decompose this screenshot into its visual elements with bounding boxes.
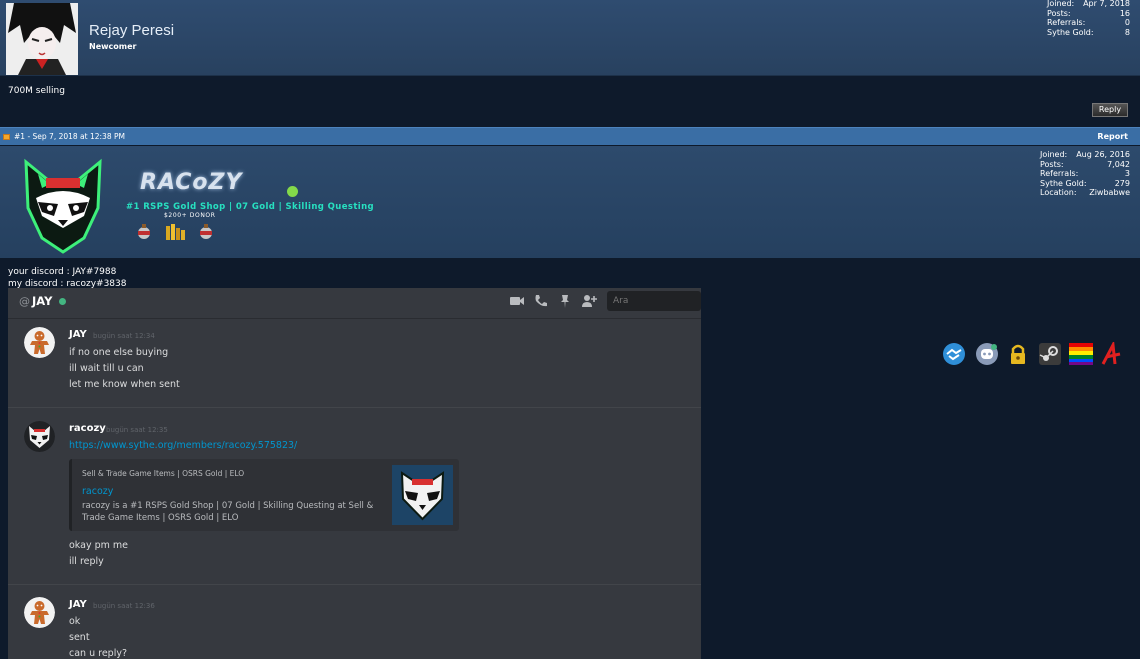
report-link[interactable]: Report xyxy=(1097,132,1128,141)
stat-label: Joined: xyxy=(1047,0,1075,8)
new-post-icon xyxy=(3,134,10,140)
raccoon-avatar-icon xyxy=(24,421,55,452)
discord-channel-header: @ JAY xyxy=(8,288,701,319)
potion-left-icon xyxy=(138,224,150,239)
rainbow-flag-badge-icon[interactable] xyxy=(1069,342,1093,366)
embed-provider: Sell & Trade Game Items | OSRS Gold | EL… xyxy=(82,469,245,478)
gold-coins-icon xyxy=(166,224,185,240)
raccoon-avatar-icon xyxy=(24,158,102,254)
message-author[interactable]: JAY xyxy=(69,329,87,340)
message-timestamp: bugün saat 12:36 xyxy=(93,602,155,610)
post1-user-rank: Newcomer xyxy=(89,42,137,51)
stat-value: 7,042 xyxy=(1107,159,1130,169)
message-divider xyxy=(8,407,701,408)
racozy-avatar[interactable] xyxy=(24,421,55,452)
stat-value: 3 xyxy=(1124,169,1130,178)
message-line: sent xyxy=(69,632,90,643)
message-line: ill wait till u can xyxy=(69,363,144,374)
online-status-icon xyxy=(287,186,298,197)
gingerbread-avatar-icon xyxy=(24,597,55,628)
post1-message: 700M selling xyxy=(8,86,65,96)
embed-title-link[interactable]: racozy xyxy=(82,486,113,497)
post1-userbar: Rejay Peresi Newcomer Joined: Apr 7, 2018… xyxy=(0,0,1140,76)
message-author[interactable]: racozy xyxy=(69,423,106,434)
post1-avatar[interactable] xyxy=(6,3,78,75)
online-status-icon xyxy=(59,298,66,305)
voice-call-icon[interactable] xyxy=(533,293,549,309)
stat-label: Referrals: xyxy=(1040,169,1079,178)
reply-button[interactable]: Reply xyxy=(1092,103,1128,117)
stat-label: Joined: xyxy=(1040,150,1068,159)
message-line: if no one else buying xyxy=(69,347,169,358)
stat-value: 8 xyxy=(1124,27,1130,37)
video-call-icon[interactable] xyxy=(509,293,525,309)
discord-screenshot: @ JAY JAY bugün saat 12:34 if no one els… xyxy=(8,288,701,659)
padlock-badge-icon[interactable] xyxy=(1006,342,1030,366)
message-line: ill reply xyxy=(69,556,104,567)
stat-label: Location: xyxy=(1040,188,1077,197)
post-number-date[interactable]: #1 - Sep 7, 2018 at 12:38 PM xyxy=(14,132,125,141)
stat-label: Posts: xyxy=(1047,8,1071,18)
stat-label: Referrals: xyxy=(1047,18,1086,27)
add-friend-icon[interactable] xyxy=(581,293,597,309)
signature-logo: RACoZY xyxy=(140,170,243,195)
stat-value: 16 xyxy=(1119,8,1130,18)
message-line: can u reply? xyxy=(69,648,128,659)
embed-description: racozy is a #1 RSPS Gold Shop | 07 Gold … xyxy=(82,501,374,523)
donor-rank: $200+ DONOR xyxy=(164,212,216,219)
jay-avatar[interactable] xyxy=(24,597,55,628)
potion-right-icon xyxy=(200,224,212,239)
message-line: okay pm me xyxy=(69,540,129,551)
dm-at-symbol: @ xyxy=(19,295,30,308)
small-badges xyxy=(136,222,216,242)
stat-value: Apr 7, 2018 xyxy=(1083,0,1130,8)
dm-channel-name: JAY xyxy=(32,294,53,308)
stat-label: Posts: xyxy=(1040,159,1064,169)
stat-label: Sythe Gold: xyxy=(1040,178,1087,188)
jay-avatar[interactable] xyxy=(24,327,55,358)
discord-search-input[interactable] xyxy=(607,291,701,311)
gingerbread-avatar-icon xyxy=(24,327,55,358)
post1-username[interactable]: Rejay Peresi xyxy=(89,22,174,39)
stat-value: Ziwbabwe xyxy=(1089,188,1130,197)
post1-user-stats: Joined: Apr 7, 2018 Posts: 16 Referrals: 0 … xyxy=(1047,0,1130,37)
profile-badges xyxy=(942,342,1124,366)
embed-thumbnail[interactable] xyxy=(392,465,453,525)
red-a-badge-icon[interactable] xyxy=(1100,342,1124,366)
handshake-badge-icon[interactable] xyxy=(942,342,966,366)
post2-avatar[interactable] xyxy=(18,154,108,254)
message-author[interactable]: JAY xyxy=(69,599,87,610)
profile-link[interactable]: https://www.sythe.org/members/racozy.575… xyxy=(69,440,297,451)
discord-badge-icon[interactable] xyxy=(975,342,999,366)
steam-badge-icon[interactable] xyxy=(1038,342,1062,366)
user-title: #1 RSPS Gold Shop | 07 Gold | Skilling Q… xyxy=(126,202,375,212)
stat-value: Aug 26, 2016 xyxy=(1076,150,1130,159)
message-timestamp: bugün saat 12:35 xyxy=(106,426,168,434)
stat-label: Sythe Gold: xyxy=(1047,27,1094,37)
raccoon-logo-icon xyxy=(392,465,453,525)
message-line: ok xyxy=(69,616,81,627)
stat-value: 0 xyxy=(1124,18,1130,27)
post2-user-stats: Joined: Aug 26, 2016 Posts: 7,042 Referral… xyxy=(1040,150,1130,198)
post2-header: #1 - Sep 7, 2018 at 12:38 PM Report xyxy=(0,127,1140,145)
post2-userbar: RACoZY #1 RSPS Gold Shop | 07 Gold | Ski… xyxy=(0,146,1140,365)
link-embed: Sell & Trade Game Items | OSRS Gold | EL… xyxy=(69,459,459,531)
message-line: let me know when sent xyxy=(69,379,180,390)
stat-value: 279 xyxy=(1114,178,1130,188)
post2-message-line: your discord : JAY#7988 xyxy=(8,267,117,277)
pin-icon[interactable] xyxy=(557,293,573,309)
message-divider xyxy=(8,584,701,585)
anime-avatar-icon xyxy=(6,3,78,75)
message-timestamp: bugün saat 12:34 xyxy=(93,332,155,340)
